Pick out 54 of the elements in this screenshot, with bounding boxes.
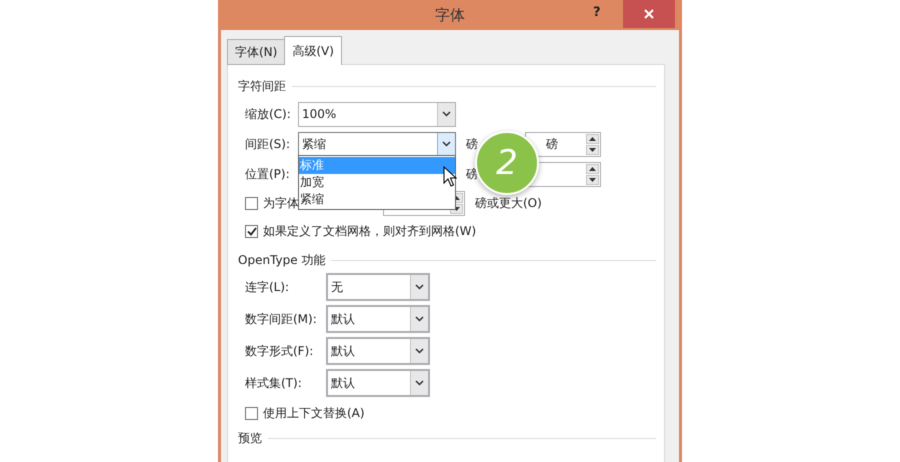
- checkbox[interactable]: [245, 224, 258, 238]
- spin-down-button[interactable]: [586, 174, 599, 184]
- tab[interactable]: 字体(N): [227, 39, 286, 65]
- checkmark-icon: [246, 226, 256, 236]
- dropdown-value: 默认: [331, 374, 355, 392]
- section-title: 字符间距: [238, 78, 286, 94]
- field-label: 数字间距(M):: [245, 310, 318, 328]
- dropdown-value: 紧缩: [302, 136, 326, 152]
- triangle-up-icon: [589, 166, 596, 170]
- dropdown[interactable]: 默认: [326, 369, 430, 397]
- triangle-down-icon: [589, 148, 596, 152]
- chevron-down-icon: [415, 316, 424, 322]
- dropdown[interactable]: 100%: [298, 102, 456, 126]
- triangle-up-icon: [589, 136, 596, 140]
- field-label: 连字(L):: [245, 278, 290, 296]
- chevron-down-icon: [415, 284, 424, 290]
- dropdown[interactable]: 无: [326, 273, 430, 301]
- dropdown-value: 100%: [302, 107, 336, 121]
- field-label: 位置(P):: [245, 166, 291, 182]
- checkbox-label: 使用上下文替换(A): [263, 404, 365, 422]
- help-button[interactable]: ?: [593, 5, 601, 20]
- spin-up-button[interactable]: [586, 134, 599, 144]
- triangle-down-icon: [589, 178, 596, 182]
- chevron-down-icon: [415, 348, 424, 354]
- dropdown-value: 无: [331, 278, 343, 296]
- triangle-up-icon: [453, 196, 460, 200]
- tab[interactable]: 高级(V): [284, 36, 342, 65]
- close-button[interactable]: [623, 0, 675, 28]
- spin-field[interactable]: 磅: [525, 132, 601, 156]
- dropdown[interactable]: 默认: [326, 337, 430, 365]
- chevron-down-icon: [442, 111, 451, 117]
- field-label: 数字形式(F):: [245, 342, 314, 360]
- dropdown[interactable]: 默认: [326, 305, 430, 333]
- close-icon: [644, 9, 654, 19]
- dropdown[interactable]: 紧缩: [298, 132, 456, 156]
- chevron-down-icon: [442, 141, 451, 147]
- dropdown-value: 默认: [331, 310, 355, 328]
- section-title: OpenType 功能: [238, 252, 326, 268]
- field-label: 间距(S):: [245, 136, 292, 152]
- field-label: 样式集(T):: [245, 374, 303, 392]
- checkbox[interactable]: [245, 196, 258, 210]
- checkbox[interactable]: [245, 406, 258, 420]
- checkbox-label: 如果定义了文档网格，则对齐到网格(W): [263, 222, 476, 240]
- spin-down-button[interactable]: [586, 144, 599, 154]
- checkbox-label: 为字体: [263, 194, 299, 212]
- dropdown-value: 默认: [331, 342, 355, 360]
- chevron-down-icon: [415, 380, 424, 386]
- window-title: 字体: [435, 6, 465, 25]
- field-label: 缩放(C):: [245, 106, 292, 122]
- field-label: 磅或更大(O): [475, 194, 542, 212]
- triangle-down-icon: [453, 206, 460, 210]
- section-title: 预览: [238, 430, 262, 446]
- field-value: 磅: [546, 136, 558, 152]
- spin-up-button[interactable]: [586, 164, 599, 174]
